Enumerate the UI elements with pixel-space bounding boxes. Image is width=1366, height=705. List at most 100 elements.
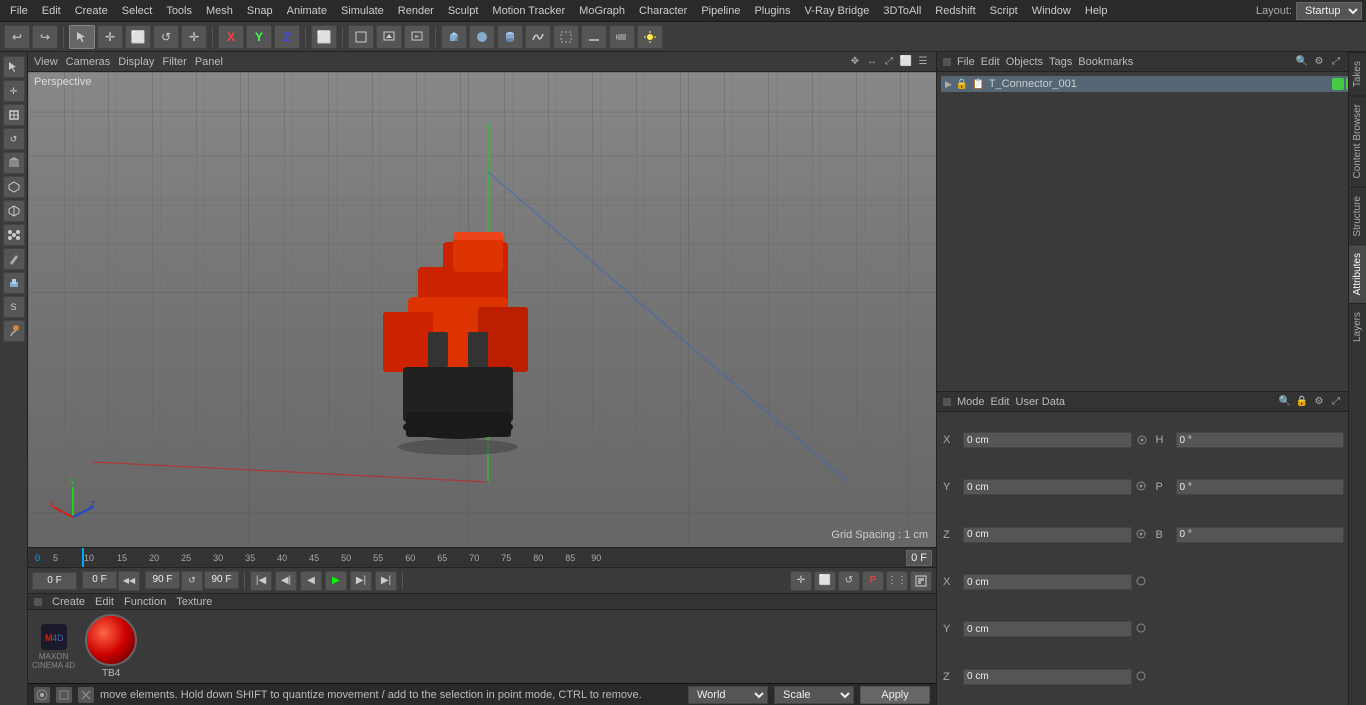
viewport-cameras-menu[interactable]: Cameras (66, 56, 111, 68)
ffd-button[interactable] (553, 25, 579, 49)
playback-loop-btn[interactable]: ↺ (181, 571, 203, 591)
viewport-icon-2[interactable]: ↔ (865, 55, 879, 69)
sidebar-edge-btn[interactable] (3, 200, 25, 222)
render-region-button[interactable] (348, 25, 374, 49)
attr-lock-icon[interactable]: 🔒 (1295, 395, 1309, 409)
axis-x-button[interactable]: X (218, 25, 244, 49)
objects-expand-icon[interactable]: ⤢ (1329, 55, 1343, 69)
pb-rotate-btn[interactable]: ↺ (838, 571, 860, 591)
material-texture-menu[interactable]: Texture (176, 596, 212, 608)
floor-button[interactable] (581, 25, 607, 49)
playback-back-btn[interactable]: ◀ (300, 571, 322, 591)
playback-current-frame[interactable] (82, 571, 117, 589)
viewport-canvas[interactable]: Perspective Y X Z Grid Spacing : 1 cm (28, 72, 936, 547)
playback-skip-end-btn[interactable]: ▶| (375, 571, 397, 591)
attr-sy-input[interactable] (963, 621, 1132, 637)
menu-motion-tracker[interactable]: Motion Tracker (486, 3, 571, 19)
scale-tool-button[interactable]: ⬜ (125, 25, 151, 49)
material-thumbnail[interactable] (85, 614, 137, 666)
menu-mesh[interactable]: Mesh (200, 3, 239, 19)
attr-sy-animate-btn[interactable] (1136, 623, 1148, 635)
scale-select[interactable]: Scale (774, 686, 854, 704)
sidebar-polygon-btn[interactable] (3, 176, 25, 198)
sidebar-scale-btn[interactable] (3, 104, 25, 126)
sidebar-move-btn[interactable]: ✛ (3, 80, 25, 102)
playback-end-input2[interactable] (204, 571, 239, 589)
attr-p-input[interactable] (1176, 479, 1345, 495)
tab-structure[interactable]: Structure (1349, 187, 1366, 245)
status-icon-close[interactable] (78, 687, 94, 703)
objects-edit-menu[interactable]: Edit (981, 56, 1000, 68)
objects-search-icon[interactable]: 🔍 (1295, 55, 1309, 69)
cylinder-button[interactable] (497, 25, 523, 49)
light-button[interactable] (637, 25, 663, 49)
spline-button[interactable] (525, 25, 551, 49)
apply-button[interactable]: Apply (860, 686, 930, 704)
select-tool-button[interactable] (69, 25, 95, 49)
tab-takes[interactable]: Takes (1349, 52, 1366, 95)
menu-script[interactable]: Script (984, 3, 1024, 19)
pb-grid-btn[interactable]: ⋮⋮ (886, 571, 908, 591)
attr-expand-icon[interactable]: ⤢ (1329, 395, 1343, 409)
objects-objects-menu[interactable]: Objects (1006, 56, 1043, 68)
playback-start-input[interactable] (32, 572, 77, 590)
menu-help[interactable]: Help (1079, 3, 1114, 19)
viewport-icon-3[interactable]: ⤢ (882, 55, 896, 69)
viewport-display-menu[interactable]: Display (118, 56, 154, 68)
attr-userdata-menu[interactable]: User Data (1016, 396, 1066, 408)
menu-character[interactable]: Character (633, 3, 693, 19)
attr-y-input[interactable] (963, 479, 1132, 495)
pb-record-btn[interactable]: P (862, 571, 884, 591)
tab-attributes[interactable]: Attributes (1349, 244, 1366, 303)
transform-tool-button[interactable]: ✛ (181, 25, 207, 49)
menu-tools[interactable]: Tools (160, 3, 198, 19)
objects-bookmarks-menu[interactable]: Bookmarks (1078, 56, 1133, 68)
tab-content-browser[interactable]: Content Browser (1349, 95, 1366, 186)
sidebar-object-btn[interactable] (3, 152, 25, 174)
camera-button[interactable] (609, 25, 635, 49)
material-function-menu[interactable]: Function (124, 596, 166, 608)
attr-z-animate-btn[interactable] (1136, 529, 1148, 541)
attr-b-input[interactable] (1176, 527, 1345, 543)
viewport-filter-menu[interactable]: Filter (162, 56, 186, 68)
pb-select-btn[interactable]: ⬜ (814, 571, 836, 591)
menu-create[interactable]: Create (69, 3, 114, 19)
sidebar-select-btn[interactable] (3, 56, 25, 78)
sidebar-subdivide-btn[interactable]: S (3, 296, 25, 318)
menu-animate[interactable]: Animate (281, 3, 333, 19)
sidebar-point-btn[interactable] (3, 224, 25, 246)
playback-prev-frame-btn[interactable]: ◀◀ (118, 571, 140, 591)
objects-tags-menu[interactable]: Tags (1049, 56, 1072, 68)
attr-z-input[interactable] (963, 527, 1132, 543)
sidebar-knife-btn[interactable] (3, 248, 25, 270)
sphere-button[interactable] (469, 25, 495, 49)
redo-button[interactable]: ↪ (32, 25, 58, 49)
attr-mode-menu[interactable]: Mode (957, 396, 985, 408)
attr-sx-input[interactable] (963, 574, 1132, 590)
menu-vray[interactable]: V-Ray Bridge (799, 3, 876, 19)
playback-prev-btn[interactable]: ◀| (275, 571, 297, 591)
material-edit-menu[interactable]: Edit (95, 596, 114, 608)
menu-simulate[interactable]: Simulate (335, 3, 390, 19)
objects-settings-icon[interactable]: ⚙ (1312, 55, 1326, 69)
attr-sz-input[interactable] (963, 669, 1132, 685)
render-button[interactable] (404, 25, 430, 49)
menu-pipeline[interactable]: Pipeline (695, 3, 746, 19)
attr-edit-menu[interactable]: Edit (991, 396, 1010, 408)
playback-play-btn[interactable]: ▶ (325, 571, 347, 591)
viewport-view-menu[interactable]: View (34, 56, 58, 68)
menu-edit[interactable]: Edit (36, 3, 67, 19)
menu-sculpt[interactable]: Sculpt (442, 3, 485, 19)
object-mode-button[interactable]: ⬜ (311, 25, 337, 49)
playback-end-input1[interactable] (145, 571, 180, 589)
undo-button[interactable]: ↩ (4, 25, 30, 49)
viewport-icon-5[interactable]: ☰ (916, 55, 930, 69)
menu-redshift[interactable]: Redshift (929, 3, 981, 19)
menu-mograph[interactable]: MoGraph (573, 3, 631, 19)
axis-z-button[interactable]: Z (274, 25, 300, 49)
rotate-tool-button[interactable]: ↺ (153, 25, 179, 49)
attr-sz-animate-btn[interactable] (1136, 671, 1148, 683)
menu-plugins[interactable]: Plugins (748, 3, 796, 19)
viewport-icon-4[interactable]: ⬜ (899, 55, 913, 69)
object-visible-dot[interactable] (1332, 78, 1344, 90)
